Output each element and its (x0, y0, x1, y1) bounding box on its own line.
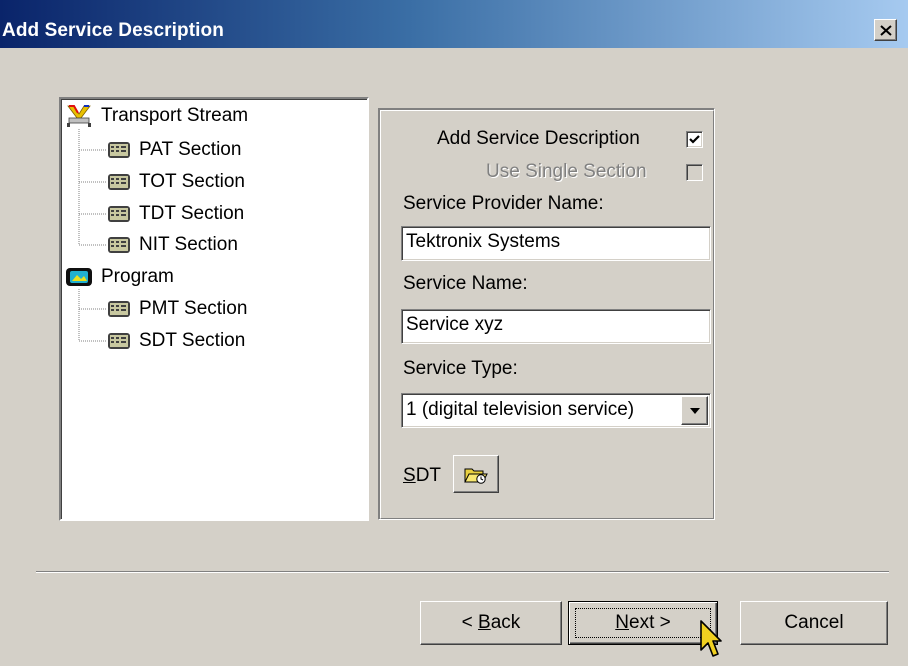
transport-stream-icon (67, 105, 91, 127)
tree-item-pat-section[interactable]: PAT Section (107, 137, 241, 163)
tree-item-nit-section[interactable]: NIT Section (107, 232, 238, 258)
section-icon (108, 237, 130, 253)
tree-item-label: SDT Section (139, 330, 246, 351)
focus-rectangle (575, 608, 711, 638)
tree-item-tot-section[interactable]: TOT Section (107, 169, 245, 195)
tree-item-label: NIT Section (139, 234, 238, 255)
mouse-pointer-icon (700, 620, 722, 657)
tree-item-tdt-section[interactable]: TDT Section (107, 201, 244, 227)
tree-item-label: Program (101, 266, 174, 287)
service-provider-name-input[interactable]: Tektronix Systems (401, 226, 711, 261)
back-button-prefix: < (461, 612, 479, 633)
sdt-label-rest: DT (415, 465, 442, 486)
service-type-select[interactable]: 1 (digital television service) (401, 393, 711, 428)
chevron-down-icon (689, 407, 700, 414)
next-button[interactable]: Next > (568, 601, 718, 645)
footer-divider (36, 571, 889, 573)
back-button-rest: ack (490, 612, 521, 633)
tree-item-label: PMT Section (139, 298, 248, 319)
folder-open-icon (464, 468, 488, 484)
tree-item-pmt-section[interactable]: PMT Section (107, 296, 247, 322)
service-name-input[interactable]: Service xyz (401, 309, 711, 344)
cancel-button[interactable]: Cancel (740, 601, 888, 645)
add-service-description-checkbox[interactable] (686, 131, 703, 148)
section-icon (108, 301, 130, 317)
tree-item-label: Transport Stream (101, 105, 249, 126)
service-type-dropdown-button[interactable] (681, 396, 708, 425)
section-icon (108, 206, 130, 222)
stream-tree-view[interactable]: Transport Stream PAT Section TOT Section… (59, 97, 369, 521)
use-single-section-checkbox[interactable] (686, 164, 703, 181)
program-tv-icon (66, 268, 92, 286)
tree-item-label: TOT Section (139, 171, 245, 192)
section-icon (108, 333, 130, 349)
service-name-label: Service Name: (403, 273, 528, 294)
service-provider-name-label: Service Provider Name: (403, 193, 604, 214)
use-single-section-label: Use Single Section (486, 161, 647, 182)
add-service-description-label: Add Service Description (437, 128, 640, 149)
checkmark-icon (689, 134, 700, 144)
section-icon (108, 142, 130, 158)
sdt-browse-button[interactable] (453, 455, 499, 493)
tree-item-transport-stream[interactable]: Transport Stream (65, 103, 248, 129)
tree-item-program[interactable]: Program (65, 264, 174, 290)
window-title: Add Service Description (2, 20, 224, 41)
section-icon (108, 174, 130, 190)
sdt-label-accel: S (403, 465, 416, 486)
back-button[interactable]: < Back (420, 601, 562, 645)
tree-item-label: TDT Section (139, 203, 245, 224)
sdt-label: SDT (403, 465, 441, 487)
tree-item-label: PAT Section (139, 139, 242, 160)
close-button[interactable] (874, 19, 897, 41)
service-type-label: Service Type: (403, 358, 518, 379)
tree-item-sdt-section[interactable]: SDT Section (107, 328, 245, 354)
title-bar: Add Service Description (0, 0, 908, 48)
service-type-value: 1 (digital television service) (406, 399, 635, 420)
back-button-accel: B (478, 612, 491, 633)
close-icon (879, 24, 892, 36)
